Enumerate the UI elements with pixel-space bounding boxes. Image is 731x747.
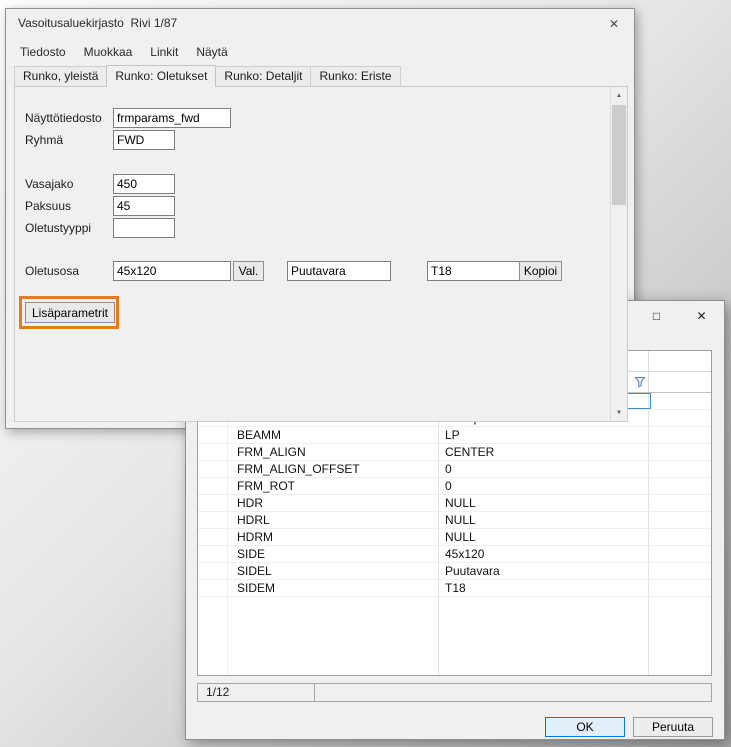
cell-arvo: CENTER (439, 444, 649, 460)
kopioi-button[interactable]: Kopioi (519, 261, 562, 281)
paksuus-input[interactable] (113, 196, 175, 216)
tab-panel: Näyttötiedosto Ryhmä Vasajako Paksuus Ol… (14, 86, 628, 422)
cancel-button[interactable]: Peruuta (633, 717, 713, 737)
filter-icon[interactable] (634, 376, 646, 388)
row-selector-cell[interactable] (198, 512, 228, 528)
cell-arvo: NULL (439, 495, 649, 511)
cell-arvo: 0 (439, 478, 649, 494)
table-row[interactable]: FRM_ALIGN CENTER (198, 444, 711, 461)
scroll-up-icon[interactable]: ▲ (611, 87, 627, 104)
cell-arvo: 0 (439, 461, 649, 477)
table-row[interactable]: HDRM NULL (198, 529, 711, 546)
table-row[interactable]: HDRL NULL (198, 512, 711, 529)
oletustyyppi-input[interactable] (113, 218, 175, 238)
scrollbar-thumb[interactable] (612, 105, 626, 205)
paksuus-label: Paksuus (25, 196, 71, 216)
tab-runko-oletukset[interactable]: Runko: Oletukset (106, 65, 216, 87)
table-row[interactable]: SIDEM T18 (198, 580, 711, 597)
nayttotiedosto-label: Näyttötiedosto (25, 108, 102, 128)
oletustyyppi-label: Oletustyyppi (25, 218, 91, 238)
grade-input[interactable] (427, 261, 531, 281)
table-row[interactable]: FRM_ALIGN_OFFSET 0 (198, 461, 711, 478)
cell-parametri: FRM_ROT (228, 478, 439, 494)
row-selector-cell[interactable] (198, 427, 228, 443)
tab-runko-eriste[interactable]: Runko: Eriste (310, 66, 400, 86)
cell-arvo: LP (439, 427, 649, 443)
material-input[interactable] (287, 261, 391, 281)
cell-parametri: FRM_ALIGN_OFFSET (228, 461, 439, 477)
ryhma-input[interactable] (113, 130, 175, 150)
val-button[interactable]: Val. (233, 261, 264, 281)
oletusosa-input[interactable] (113, 261, 231, 281)
cell-parametri: HDR (228, 495, 439, 511)
vertical-scrollbar[interactable]: ▲ ▼ (610, 87, 627, 421)
field-row-oletusosa: Oletusosa Val. Kopioi (15, 261, 609, 281)
row-selector-cell[interactable] (198, 529, 228, 545)
library-window: Vasoitusaluekirjasto Rivi 1/87 ✕ Tiedost… (5, 8, 635, 429)
table-row[interactable]: FRM_ROT 0 (198, 478, 711, 495)
cell-parametri: HDRL (228, 512, 439, 528)
table-row[interactable]: HDR NULL (198, 495, 711, 512)
table-row[interactable]: SIDE 45x120 (198, 546, 711, 563)
window-title: Vasoitusaluekirjasto Rivi 1/87 (18, 16, 177, 30)
field-row-vasajako: Vasajako (15, 174, 609, 194)
cell-arvo: T18 (439, 580, 649, 596)
row-count-status: 1/12 (197, 683, 315, 702)
scroll-down-icon[interactable]: ▼ (611, 404, 627, 421)
ryhma-label: Ryhmä (25, 130, 63, 150)
field-row-paksuus: Paksuus (15, 196, 609, 216)
tab-runko-detaljit[interactable]: Runko: Detaljit (215, 66, 311, 86)
vasajako-label: Vasajako (25, 174, 73, 194)
menubar: Tiedosto Muokkaa Linkit Näytä (11, 41, 237, 63)
cell-parametri: SIDEL (228, 563, 439, 579)
row-selector-cell[interactable] (198, 495, 228, 511)
ok-button[interactable]: OK (545, 717, 625, 737)
desktop: { "icons": { "close": "✕", "minimize": "… (0, 0, 731, 747)
cell-arvo: NULL (439, 512, 649, 528)
menu-tiedosto[interactable]: Tiedosto (11, 45, 75, 59)
cell-parametri: HDRM (228, 529, 439, 545)
table-row[interactable]: BEAMM LP (198, 427, 711, 444)
cell-arvo: NULL (439, 529, 649, 545)
row-selector-cell[interactable] (198, 563, 228, 579)
cell-parametri: FRM_ALIGN (228, 444, 439, 460)
row-selector-cell[interactable] (198, 444, 228, 460)
lisaparametrit-button[interactable]: Lisäparametrit (25, 302, 115, 323)
close-icon[interactable]: ✕ (679, 301, 724, 331)
status-bar-spacer (315, 683, 712, 702)
tab-runko-yleista[interactable]: Runko, yleistä (14, 66, 107, 86)
maximize-icon[interactable]: □ (634, 301, 679, 331)
tab-strip: Runko, yleistä Runko: Oletukset Runko: D… (14, 66, 401, 87)
menu-nayta[interactable]: Näytä (187, 45, 236, 59)
oletusosa-label: Oletusosa (25, 261, 79, 281)
row-selector-cell[interactable] (198, 461, 228, 477)
status-bar: 1/12 (197, 683, 712, 702)
cell-arvo: Puutavara (439, 563, 649, 579)
field-row-oletustyyppi: Oletustyyppi (15, 218, 609, 238)
row-selector-cell[interactable] (198, 546, 228, 562)
cell-parametri: SIDE (228, 546, 439, 562)
cell-parametri: BEAMM (228, 427, 439, 443)
menu-muokkaa[interactable]: Muokkaa (75, 45, 142, 59)
close-icon[interactable]: ✕ (596, 11, 632, 37)
table-body: BEAM LP 115x315 BEAML Liimapuu BEAMM LP … (198, 393, 711, 675)
cell-arvo: 45x120 (439, 546, 649, 562)
field-row-nayttotiedosto: Näyttötiedosto (15, 108, 609, 128)
cell-parametri: SIDEM (228, 580, 439, 596)
row-selector-cell[interactable] (198, 478, 228, 494)
table-row[interactable]: SIDEL Puutavara (198, 563, 711, 580)
vasajako-input[interactable] (113, 174, 175, 194)
row-selector-cell[interactable] (198, 580, 228, 596)
field-row-ryhma: Ryhmä (15, 130, 609, 150)
nayttotiedosto-input[interactable] (113, 108, 231, 128)
menu-linkit[interactable]: Linkit (141, 45, 187, 59)
main-titlebar[interactable]: Vasoitusaluekirjasto Rivi 1/87 ✕ (6, 9, 634, 37)
